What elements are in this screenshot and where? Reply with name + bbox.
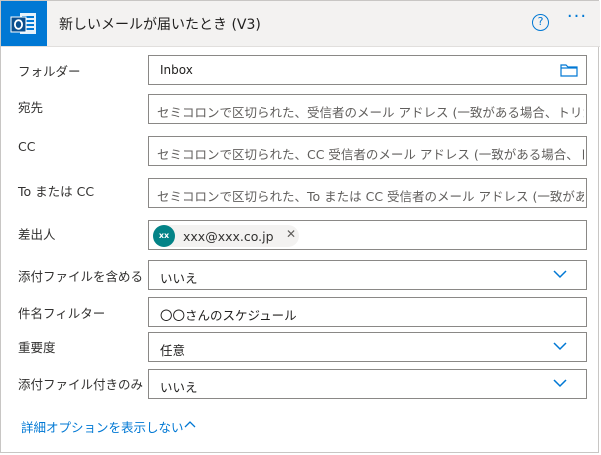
hide-advanced-options-link[interactable]: 詳細オプションを表示しない <box>21 417 196 436</box>
to-or-cc-input[interactable]: セミコロンで区切られた、To または CC 受信者のメール アドレス (一致があ… <box>148 178 587 208</box>
card-title: 新しいメールが届いたとき (V3) <box>59 17 261 33</box>
include-attachments-value: いいえ <box>160 271 198 286</box>
folder-value: Inbox <box>160 63 193 77</box>
from-chip: xx xxx@xxx.co.jp ✕ <box>153 225 299 247</box>
only-with-attachments-value: いいえ <box>160 380 198 395</box>
avatar: xx <box>153 225 175 247</box>
help-icon[interactable]: ? <box>532 14 549 31</box>
subject-filter-input[interactable]: 〇〇さんのスケジュール <box>148 297 587 327</box>
importance-dropdown[interactable]: 任意 <box>148 332 587 362</box>
subject-filter-value: 〇〇さんのスケジュール <box>160 308 297 323</box>
card-header[interactable]: 新しいメールが届いたとき (V3) ? ··· <box>1 1 600 47</box>
from-label: 差出人 <box>18 227 56 242</box>
only-with-attachments-dropdown[interactable]: いいえ <box>148 369 587 399</box>
folder-label: フォルダー <box>18 64 81 79</box>
chevron-down-icon <box>553 379 567 388</box>
to-or-cc-placeholder: セミコロンで区切られた、To または CC 受信者のメール アドレス (一致があ… <box>157 189 584 204</box>
to-placeholder: セミコロンで区切られた、受信者のメール アドレス (一致がある場合、トリガーが実… <box>157 105 584 120</box>
to-input[interactable]: セミコロンで区切られた、受信者のメール アドレス (一致がある場合、トリガーが実… <box>148 94 587 124</box>
chevron-down-icon <box>553 270 567 279</box>
subject-filter-label: 件名フィルター <box>18 306 106 321</box>
cc-input[interactable]: セミコロンで区切られた、CC 受信者のメール アドレス (一致がある場合、トリガ… <box>148 136 587 166</box>
cc-label: CC <box>18 139 36 154</box>
chevron-down-icon <box>553 342 567 351</box>
only-with-attachments-label: 添付ファイル付きのみ <box>18 377 144 392</box>
cc-placeholder: セミコロンで区切られた、CC 受信者のメール アドレス (一致がある場合、トリガ… <box>157 147 584 162</box>
trigger-card: 新しいメールが届いたとき (V3) ? ··· フォルダー Inbox 宛先 セ… <box>0 0 600 453</box>
include-attachments-dropdown[interactable]: いいえ <box>148 260 587 290</box>
include-attachments-label: 添付ファイルを含める <box>18 269 144 284</box>
outlook-icon <box>1 1 47 46</box>
importance-value: 任意 <box>160 343 186 358</box>
close-icon[interactable]: ✕ <box>286 227 296 241</box>
more-options-icon[interactable]: ··· <box>564 7 590 31</box>
hide-advanced-options-label: 詳細オプションを表示しない <box>21 420 184 435</box>
importance-label: 重要度 <box>18 340 56 355</box>
from-input[interactable]: xx xxx@xxx.co.jp ✕ <box>148 220 587 250</box>
to-or-cc-label: To または CC <box>18 184 95 199</box>
to-label: 宛先 <box>18 100 44 115</box>
folder-field[interactable]: Inbox <box>148 55 587 85</box>
chevron-up-icon <box>184 421 196 428</box>
from-chip-address: xxx@xxx.co.jp <box>183 229 274 244</box>
folder-icon[interactable] <box>560 63 578 77</box>
